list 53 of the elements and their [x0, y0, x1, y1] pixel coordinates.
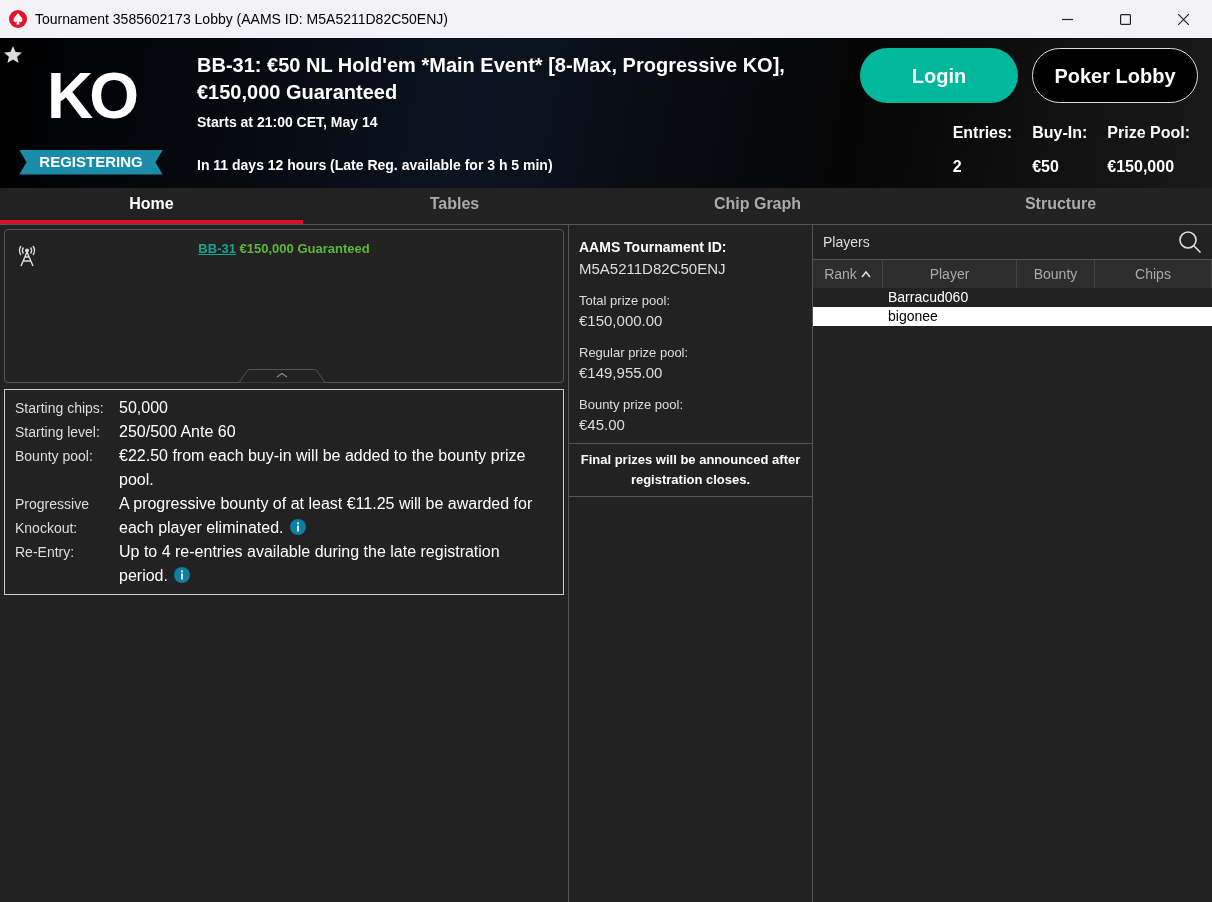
players-title: Players — [823, 232, 870, 252]
column-header[interactable]: Player — [883, 260, 1017, 288]
detail-value: A progressive bounty of at least €11.25 will be awarded for each player eliminated. — [119, 494, 534, 538]
tournament-title: BB-31: €50 NL Hold'em *Main Event* [8-Max, Progressive KO], €150,000 Guaranteed — [197, 53, 786, 105]
status-badge: REGISTERING — [19, 150, 163, 175]
tab[interactable]: Tables — [303, 188, 606, 224]
detail-label: Re-Entry: — [15, 543, 76, 562]
maximize-icon — [1119, 13, 1131, 25]
detail-label: Starting chips: — [15, 399, 105, 418]
detail-label: Bounty pool: — [15, 447, 94, 466]
column-header[interactable]: Chips — [1095, 260, 1212, 288]
stat-label: Prize Pool: — [1107, 123, 1190, 143]
expand-handle[interactable] — [239, 369, 325, 383]
countdown-text: In 11 days 12 hours (Late Reg. available for 3 h 5 min) — [197, 156, 554, 175]
tab[interactable]: Chip Graph — [606, 188, 909, 224]
detail-label: Starting level: — [15, 423, 101, 442]
prize-note: Final prizes will be announced after registration closes. — [569, 443, 812, 497]
pool-value: €150,000.00 — [579, 311, 664, 331]
detail-value: 250/500 Ante 60 — [119, 422, 237, 442]
id-label: AAMS Tournament ID: — [579, 238, 728, 257]
pool-value: €149,955.00 — [579, 363, 664, 383]
info-icon[interactable] — [173, 567, 190, 583]
info-icon[interactable] — [289, 519, 306, 535]
detail-value: Up to 4 re-entries available during the late registration period. — [119, 542, 501, 586]
player-row[interactable]: Barracud060 — [813, 288, 1212, 307]
close-icon — [1177, 13, 1189, 25]
pool-label: Regular prize pool: — [579, 343, 690, 362]
id-value: M5A5211D82C50ENJ — [579, 259, 727, 279]
star-icon[interactable] — [3, 45, 23, 65]
news-link[interactable]: BB-31 — [198, 241, 236, 256]
tab[interactable]: Home — [0, 188, 303, 224]
stat-label: Entries: — [952, 123, 1013, 143]
news-headline: €150,000 Guaranteed — [239, 241, 370, 256]
app-logo-icon — [9, 10, 27, 28]
stat-label: Buy-In: — [1032, 123, 1088, 143]
pool-value: €45.00 — [579, 415, 626, 435]
pool-label: Bounty prize pool: — [579, 395, 685, 414]
detail-value: €22.50 from each buy-in will be added to the bounty prize pool. — [119, 446, 527, 490]
column-header[interactable]: Rank — [813, 260, 883, 288]
detail-label: Progressive Knockout: — [15, 495, 90, 538]
poker-lobby-button[interactable]: Poker Lobby — [1032, 48, 1198, 103]
ko-logo: KO — [47, 59, 135, 134]
search-icon[interactable] — [1178, 230, 1202, 254]
column-header[interactable]: Bounty — [1017, 260, 1095, 288]
window-title: Tournament 3585602173 Lobby (AAMS ID: M5A5211D82C50ENJ) — [35, 9, 448, 29]
stat-value: 2 — [952, 157, 963, 177]
stat-value: €50 — [1032, 157, 1060, 177]
stat-value: €150,000 — [1107, 157, 1176, 177]
player-row[interactable]: bigonee — [813, 307, 1212, 326]
start-time: Starts at 21:00 CET, May 14 — [197, 113, 379, 132]
pool-label: Total prize pool: — [579, 291, 672, 310]
detail-value: 50,000 — [119, 398, 169, 418]
tab[interactable]: Structure — [909, 188, 1212, 224]
